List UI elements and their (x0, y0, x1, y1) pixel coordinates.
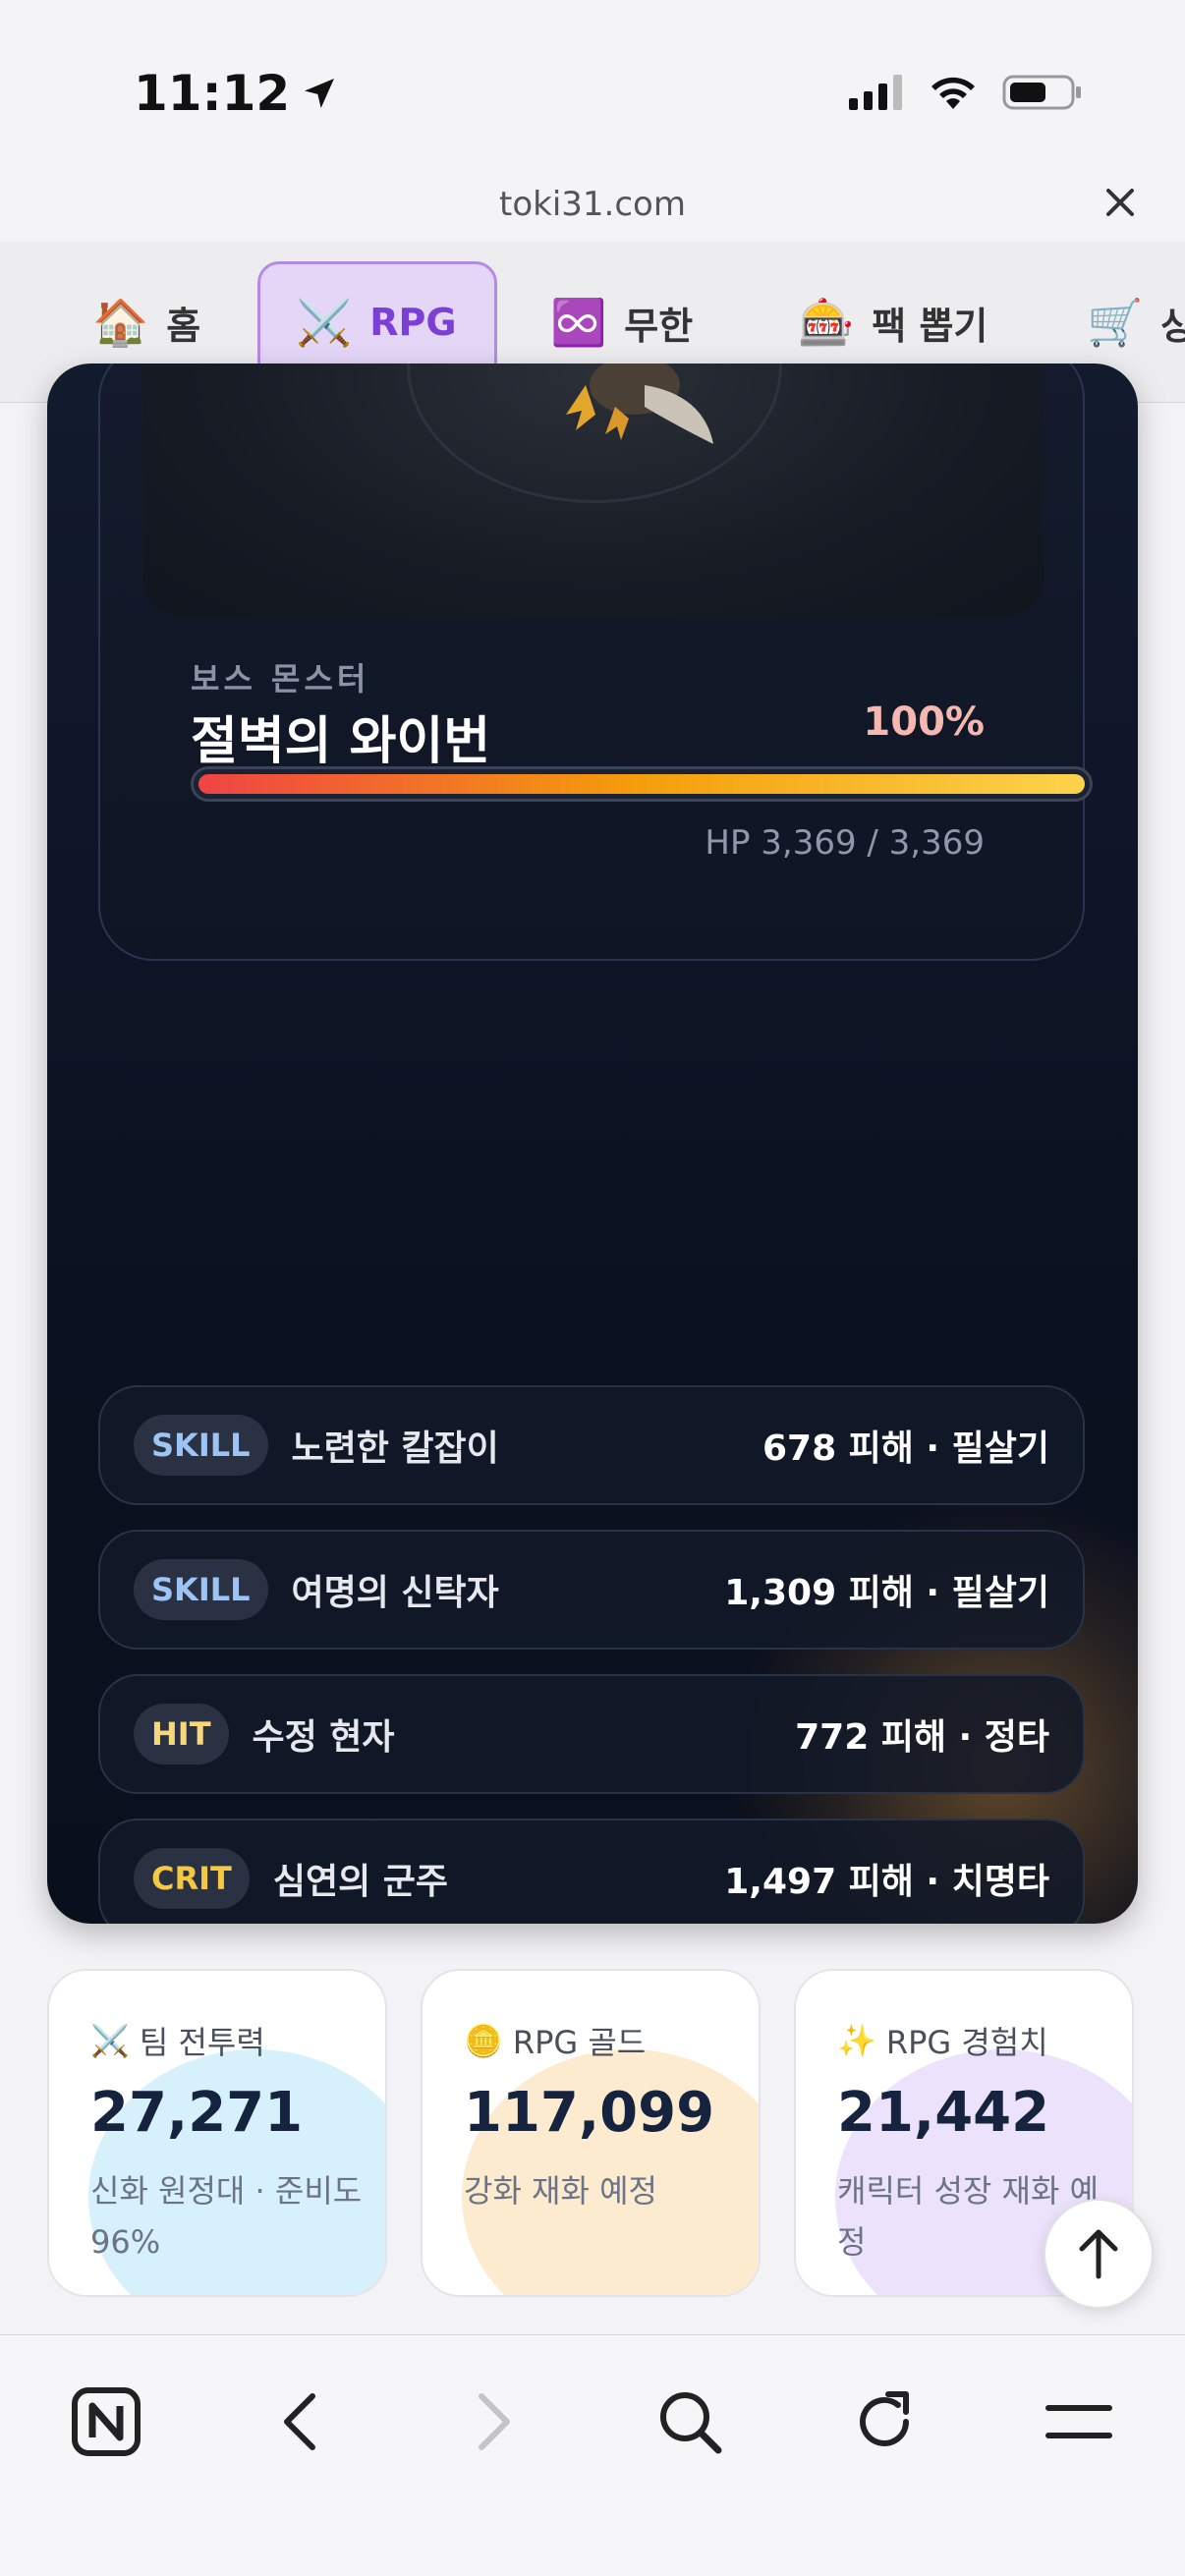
browser-toolbar (0, 2334, 1185, 2576)
combat-log-item: SKILL 노련한 칼잡이 678 피해 · 필살기 (98, 1385, 1085, 1505)
chevron-left-icon (284, 2393, 315, 2450)
wyvern-icon (566, 364, 713, 444)
boss-hp-percent: 100% (863, 700, 985, 745)
stat-value: 117,099 (464, 2081, 715, 2145)
log-type-badge: SKILL (134, 1559, 268, 1620)
house-icon: 🏠 (92, 295, 149, 349)
stat-card-rpg-gold: 🪙 RPG 골드 117,099 강화 재화 예정 (421, 1969, 761, 2297)
status-bar: 11:12 (0, 0, 1185, 167)
tab-label: RPG (369, 301, 457, 344)
status-time: 11:12 (134, 65, 339, 122)
combat-log-item: SKILL 여명의 신탁자 1,309 피해 · 필살기 (98, 1530, 1085, 1650)
stat-card-team-power: ⚔️ 팀 전투력 27,271 신화 원정대 · 준비도 96% (47, 1969, 387, 2297)
boss-hp-bar (191, 766, 1093, 802)
back-button[interactable] (252, 2375, 346, 2469)
log-attacker: 수정 현자 (252, 1717, 395, 1758)
reload-button[interactable] (837, 2375, 931, 2469)
close-page-button[interactable] (1099, 181, 1142, 224)
search-button[interactable] (643, 2375, 737, 2469)
search-icon (660, 2392, 722, 2454)
wifi-icon (931, 77, 975, 109)
log-result: 1,497 피해 · 치명타 (724, 1862, 1049, 1902)
infinity-icon: ♾️ (550, 295, 607, 349)
battle-panel: 보스 몬스터 절벽의 와이번 100% HP 3,369 / 3,369 SKI… (47, 364, 1138, 1924)
log-attacker: 심연의 군주 (272, 1862, 448, 1902)
log-attacker: 여명의 신탁자 (291, 1573, 499, 1613)
stat-subtitle: 강화 재화 예정 (464, 2172, 657, 2210)
chevron-right-icon (479, 2393, 510, 2450)
crossed-swords-icon: ⚔️ (90, 2022, 130, 2059)
log-type-badge: CRIT (134, 1848, 250, 1909)
log-type-badge: SKILL (134, 1415, 268, 1476)
log-type-badge: HIT (134, 1704, 229, 1764)
stat-title: ⚔️ 팀 전투력 (90, 2022, 265, 2061)
slot-machine-icon: 🎰 (798, 295, 855, 349)
combat-log-item: HIT 수정 현자 772 피해 · 정타 (98, 1674, 1085, 1794)
arrow-up-icon (1079, 2229, 1118, 2279)
cellular-signal-icon (849, 75, 902, 110)
boss-name: 절벽의 와이번 (191, 712, 491, 771)
stat-title: 🪙 RPG 골드 (464, 2022, 647, 2061)
boss-image (143, 364, 1044, 617)
stat-value: 27,271 (90, 2081, 304, 2145)
stat-subtitle: 신화 원정대 · 준비도 96% (90, 2172, 363, 2261)
forward-button[interactable] (448, 2375, 542, 2469)
crossed-swords-icon: ⚔️ (296, 295, 353, 349)
log-result: 1,309 피해 · 필살기 (724, 1573, 1049, 1613)
tab-label: 홈 (166, 304, 201, 348)
naver-home-button[interactable] (59, 2375, 153, 2469)
url-text[interactable]: toki31.com (0, 185, 1185, 224)
close-icon (1106, 189, 1134, 216)
boss-hp-text: HP 3,369 / 3,369 (705, 823, 985, 863)
log-result: 678 피해 · 필살기 (762, 1428, 1049, 1469)
tab-label: 팩 뽑기 (872, 304, 988, 348)
stat-title: ✨ RPG 경험치 (837, 2022, 1048, 2061)
boss-card: 보스 몬스터 절벽의 와이번 100% HP 3,369 / 3,369 (98, 364, 1093, 961)
boss-hp-fill (198, 774, 1085, 794)
boss-label: 보스 몬스터 (191, 660, 370, 698)
tab-label: 상 (1160, 296, 1185, 350)
url-bar: toki31.com (0, 167, 1185, 242)
refresh-icon (860, 2391, 909, 2446)
stat-value: 21,442 (837, 2081, 1050, 2145)
location-arrow-icon (305, 79, 335, 108)
tab-label: 무한 (624, 304, 694, 348)
battery-icon (1002, 75, 1081, 110)
combat-log-item: CRIT 심연의 군주 1,497 피해 · 치명타 (98, 1819, 1085, 1924)
status-icons (849, 73, 1083, 112)
log-result: 772 피해 · 정타 (795, 1717, 1049, 1758)
coin-icon: 🪙 (464, 2022, 503, 2059)
menu-button[interactable] (1032, 2375, 1126, 2469)
hamburger-menu-icon (1045, 2405, 1112, 2438)
naver-n-icon (72, 2387, 141, 2456)
scroll-to-top-button[interactable] (1044, 2199, 1154, 2309)
shopping-cart-icon: 🛒 (1087, 295, 1144, 349)
log-attacker: 노련한 칼잡이 (291, 1428, 499, 1469)
sparkles-icon: ✨ (837, 2022, 876, 2059)
